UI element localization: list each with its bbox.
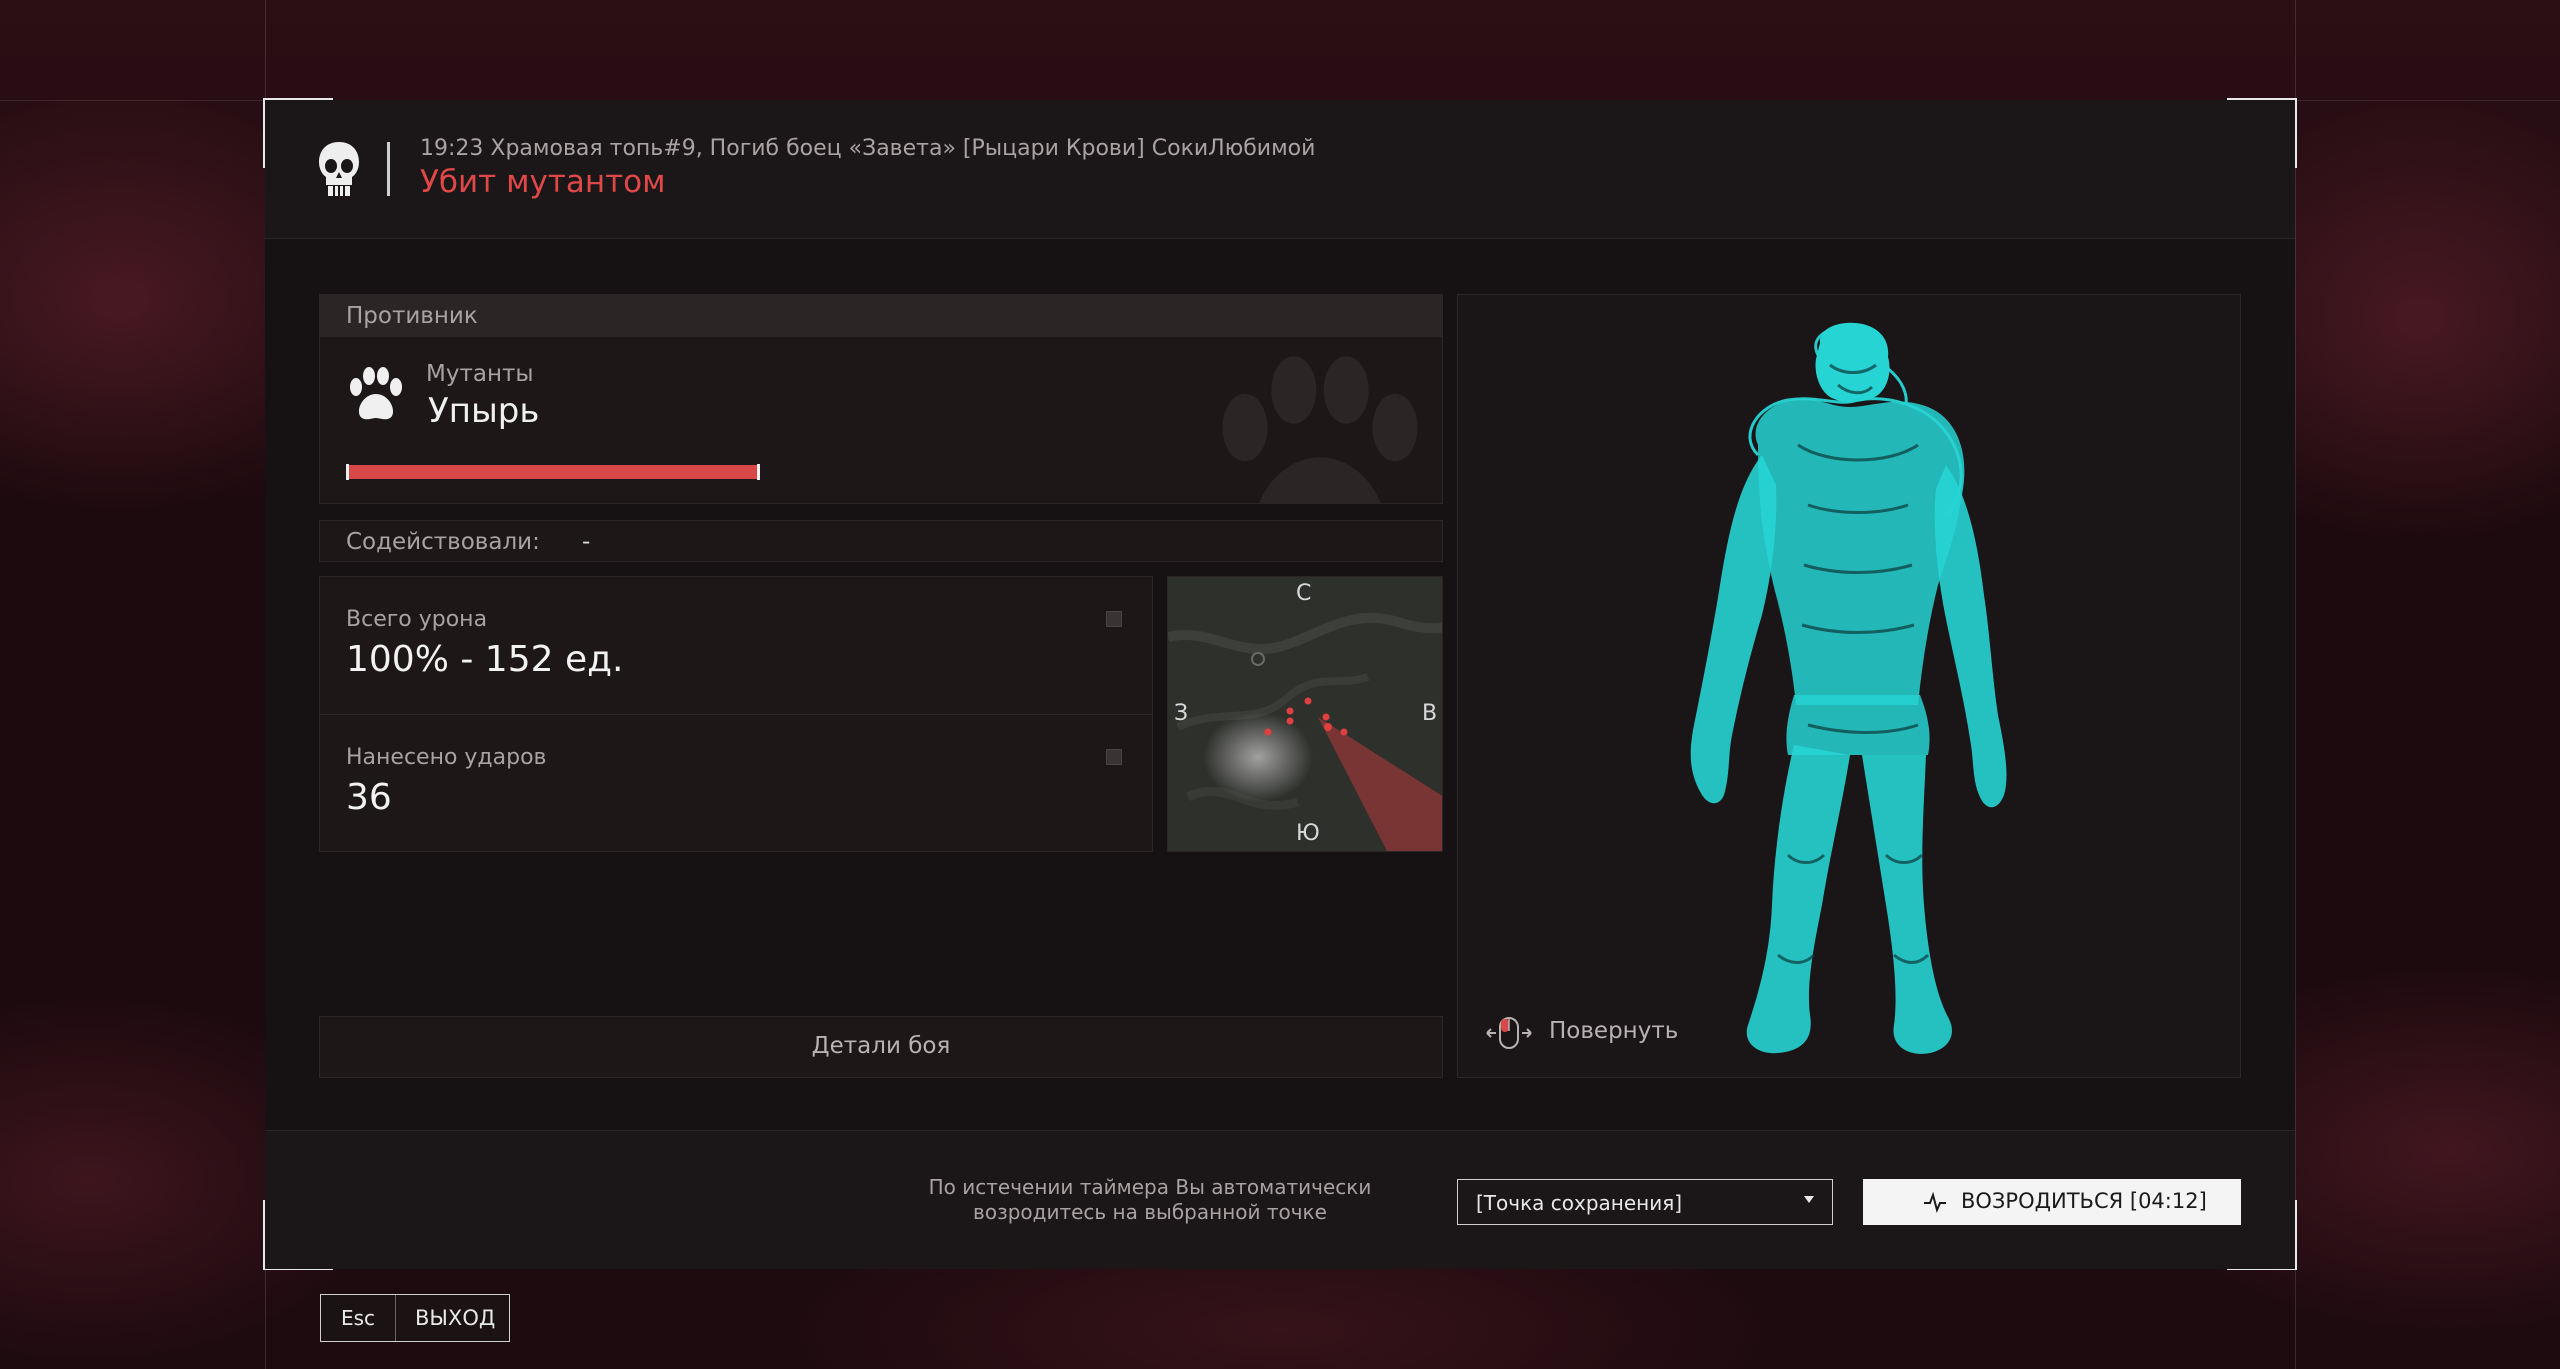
exit-label: ВЫХОД	[415, 1306, 496, 1330]
info-icon[interactable]	[1106, 749, 1122, 765]
paw-icon	[350, 367, 402, 420]
respawn-notice: По истечении таймера Вы автоматически во…	[865, 1175, 1435, 1225]
compass-west: З	[1174, 701, 1189, 726]
esc-key-hint: Esc	[321, 1295, 396, 1341]
death-event-line: 19:23 Храмовая топь#9, Погиб боец «Завет…	[420, 136, 1316, 161]
header-divider	[387, 142, 390, 196]
spawn-point-select[interactable]: [Точка сохранения]	[1457, 1179, 1833, 1225]
enemy-category: Мутанты	[426, 361, 534, 387]
enemy-name: Упырь	[428, 391, 540, 431]
hits-label: Нанесено ударов	[346, 745, 547, 770]
compass-south: Ю	[1296, 821, 1320, 846]
assist-value: -	[582, 529, 591, 555]
death-title: Убит мутантом	[420, 164, 666, 200]
battle-details-label: Детали боя	[811, 1033, 951, 1059]
total-damage-stat: Всего урона 100% - 152 ед.	[320, 577, 1152, 714]
rotate-model-hint: Повернуть	[1483, 1012, 1683, 1052]
paw-watermark-icon	[1222, 356, 1418, 503]
assist-row: Содействовали: -	[319, 520, 1443, 562]
info-icon[interactable]	[1106, 611, 1122, 627]
compass-north: С	[1296, 581, 1312, 606]
enemy-section-header: Противник	[320, 295, 1442, 337]
damage-stats: Всего урона 100% - 152 ед. Нанесено удар…	[319, 576, 1153, 852]
esc-key-label: Esc	[340, 1306, 376, 1330]
compass-east: В	[1422, 701, 1438, 726]
minimap-terrain	[1168, 577, 1442, 851]
enemy-card: Противник Мутанты Упырь	[319, 294, 1443, 504]
respawn-label: ВОЗРОДИТЬСЯ [04:12]	[1961, 1189, 2207, 1213]
hits-stat: Нанесено ударов 36	[320, 714, 1152, 852]
enemy-health-fill	[346, 465, 760, 479]
respawn-notice-line2: возродитесь на выбранной точке	[973, 1200, 1327, 1224]
death-minimap: С Ю З В	[1167, 576, 1443, 852]
pulse-icon	[1924, 1191, 1946, 1213]
health-bar-cap	[346, 464, 349, 480]
death-header: 19:23 Храмовая топь#9, Погиб боец «Завет…	[265, 100, 2295, 239]
hits-value: 36	[346, 777, 392, 818]
frame-line-right	[2295, 0, 2296, 1369]
assist-label: Содействовали:	[346, 529, 540, 555]
rotate-label: Повернуть	[1549, 1018, 1679, 1044]
exit-button[interactable]: Esc ВЫХОД	[320, 1294, 510, 1342]
respawn-notice-line1: По истечении таймера Вы автоматически	[928, 1175, 1372, 1199]
enemy-model-viewer[interactable]	[1457, 294, 2241, 1078]
enemy-health-bar	[346, 464, 760, 480]
mutant-model	[1690, 322, 2007, 1054]
spawn-point-value: [Точка сохранения]	[1476, 1191, 1683, 1215]
total-damage-label: Всего урона	[346, 607, 488, 632]
skull-icon	[319, 142, 359, 196]
health-bar-cap	[757, 464, 760, 480]
respawn-button[interactable]: ВОЗРОДИТЬСЯ [04:12]	[1863, 1179, 2241, 1225]
death-screen-panel: 19:23 Храмовая топь#9, Погиб боец «Завет…	[263, 98, 2297, 1270]
total-damage-value: 100% - 152 ед.	[346, 639, 624, 680]
mouse-rotate-icon	[1486, 1017, 1532, 1049]
respawn-bar: По истечении таймера Вы автоматически во…	[265, 1130, 2295, 1269]
battle-details-button[interactable]: Детали боя	[319, 1016, 1443, 1078]
enemy-section-label: Противник	[346, 303, 478, 329]
chevron-down-icon	[1804, 1196, 1814, 1203]
